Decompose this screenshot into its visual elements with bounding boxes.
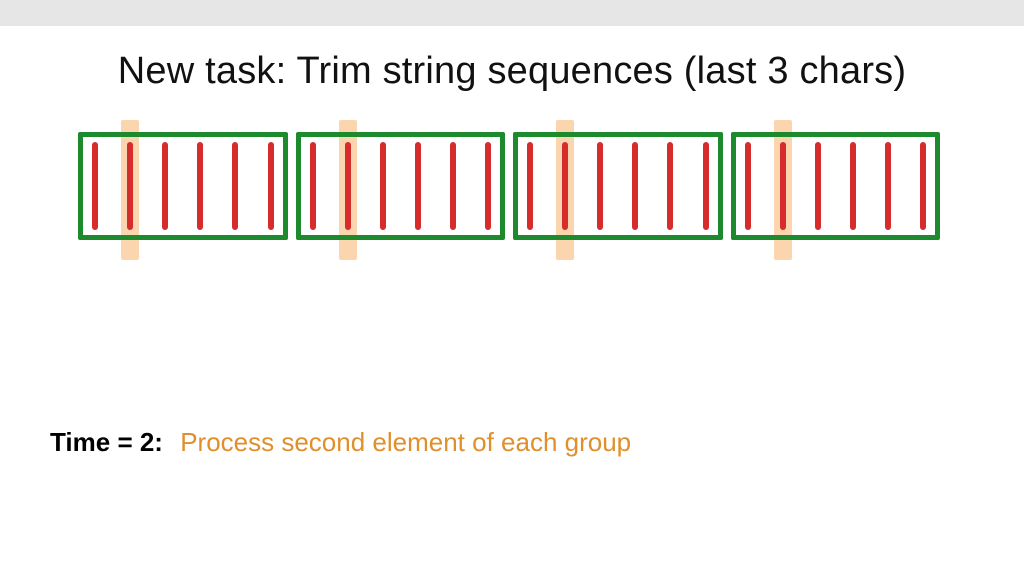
step-caption: Time = 2: Process second element of each… [50, 427, 631, 458]
sequence-element [197, 142, 203, 230]
sequence-element [485, 142, 491, 230]
sequence-element [667, 142, 673, 230]
step-description: Process second element of each group [180, 427, 631, 457]
slide-title: New task: Trim string sequences (last 3 … [0, 50, 1024, 93]
sequence-element [380, 142, 386, 230]
sequence-element [127, 142, 133, 230]
time-label: Time = 2: [50, 427, 163, 457]
sequence-element [780, 142, 786, 230]
sequence-element [597, 142, 603, 230]
sequence-element [527, 142, 533, 230]
sequence-element [268, 142, 274, 230]
sequence-element [850, 142, 856, 230]
sequence-element [310, 142, 316, 230]
sequence-element [815, 142, 821, 230]
sequence-element [745, 142, 751, 230]
sequence-element [562, 142, 568, 230]
sequence-element [920, 142, 926, 230]
sequence-group [78, 132, 288, 240]
sequence-group [296, 132, 506, 240]
diagram-stage [78, 120, 940, 260]
sequence-group [513, 132, 723, 240]
sequence-element [885, 142, 891, 230]
sequence-element [232, 142, 238, 230]
sequence-element [162, 142, 168, 230]
slide-top-bar [0, 0, 1024, 26]
sequence-element [632, 142, 638, 230]
sequence-element [92, 142, 98, 230]
sequence-element [415, 142, 421, 230]
sequence-element [450, 142, 456, 230]
sequence-element [703, 142, 709, 230]
sequence-element [345, 142, 351, 230]
sequence-group [731, 132, 941, 240]
